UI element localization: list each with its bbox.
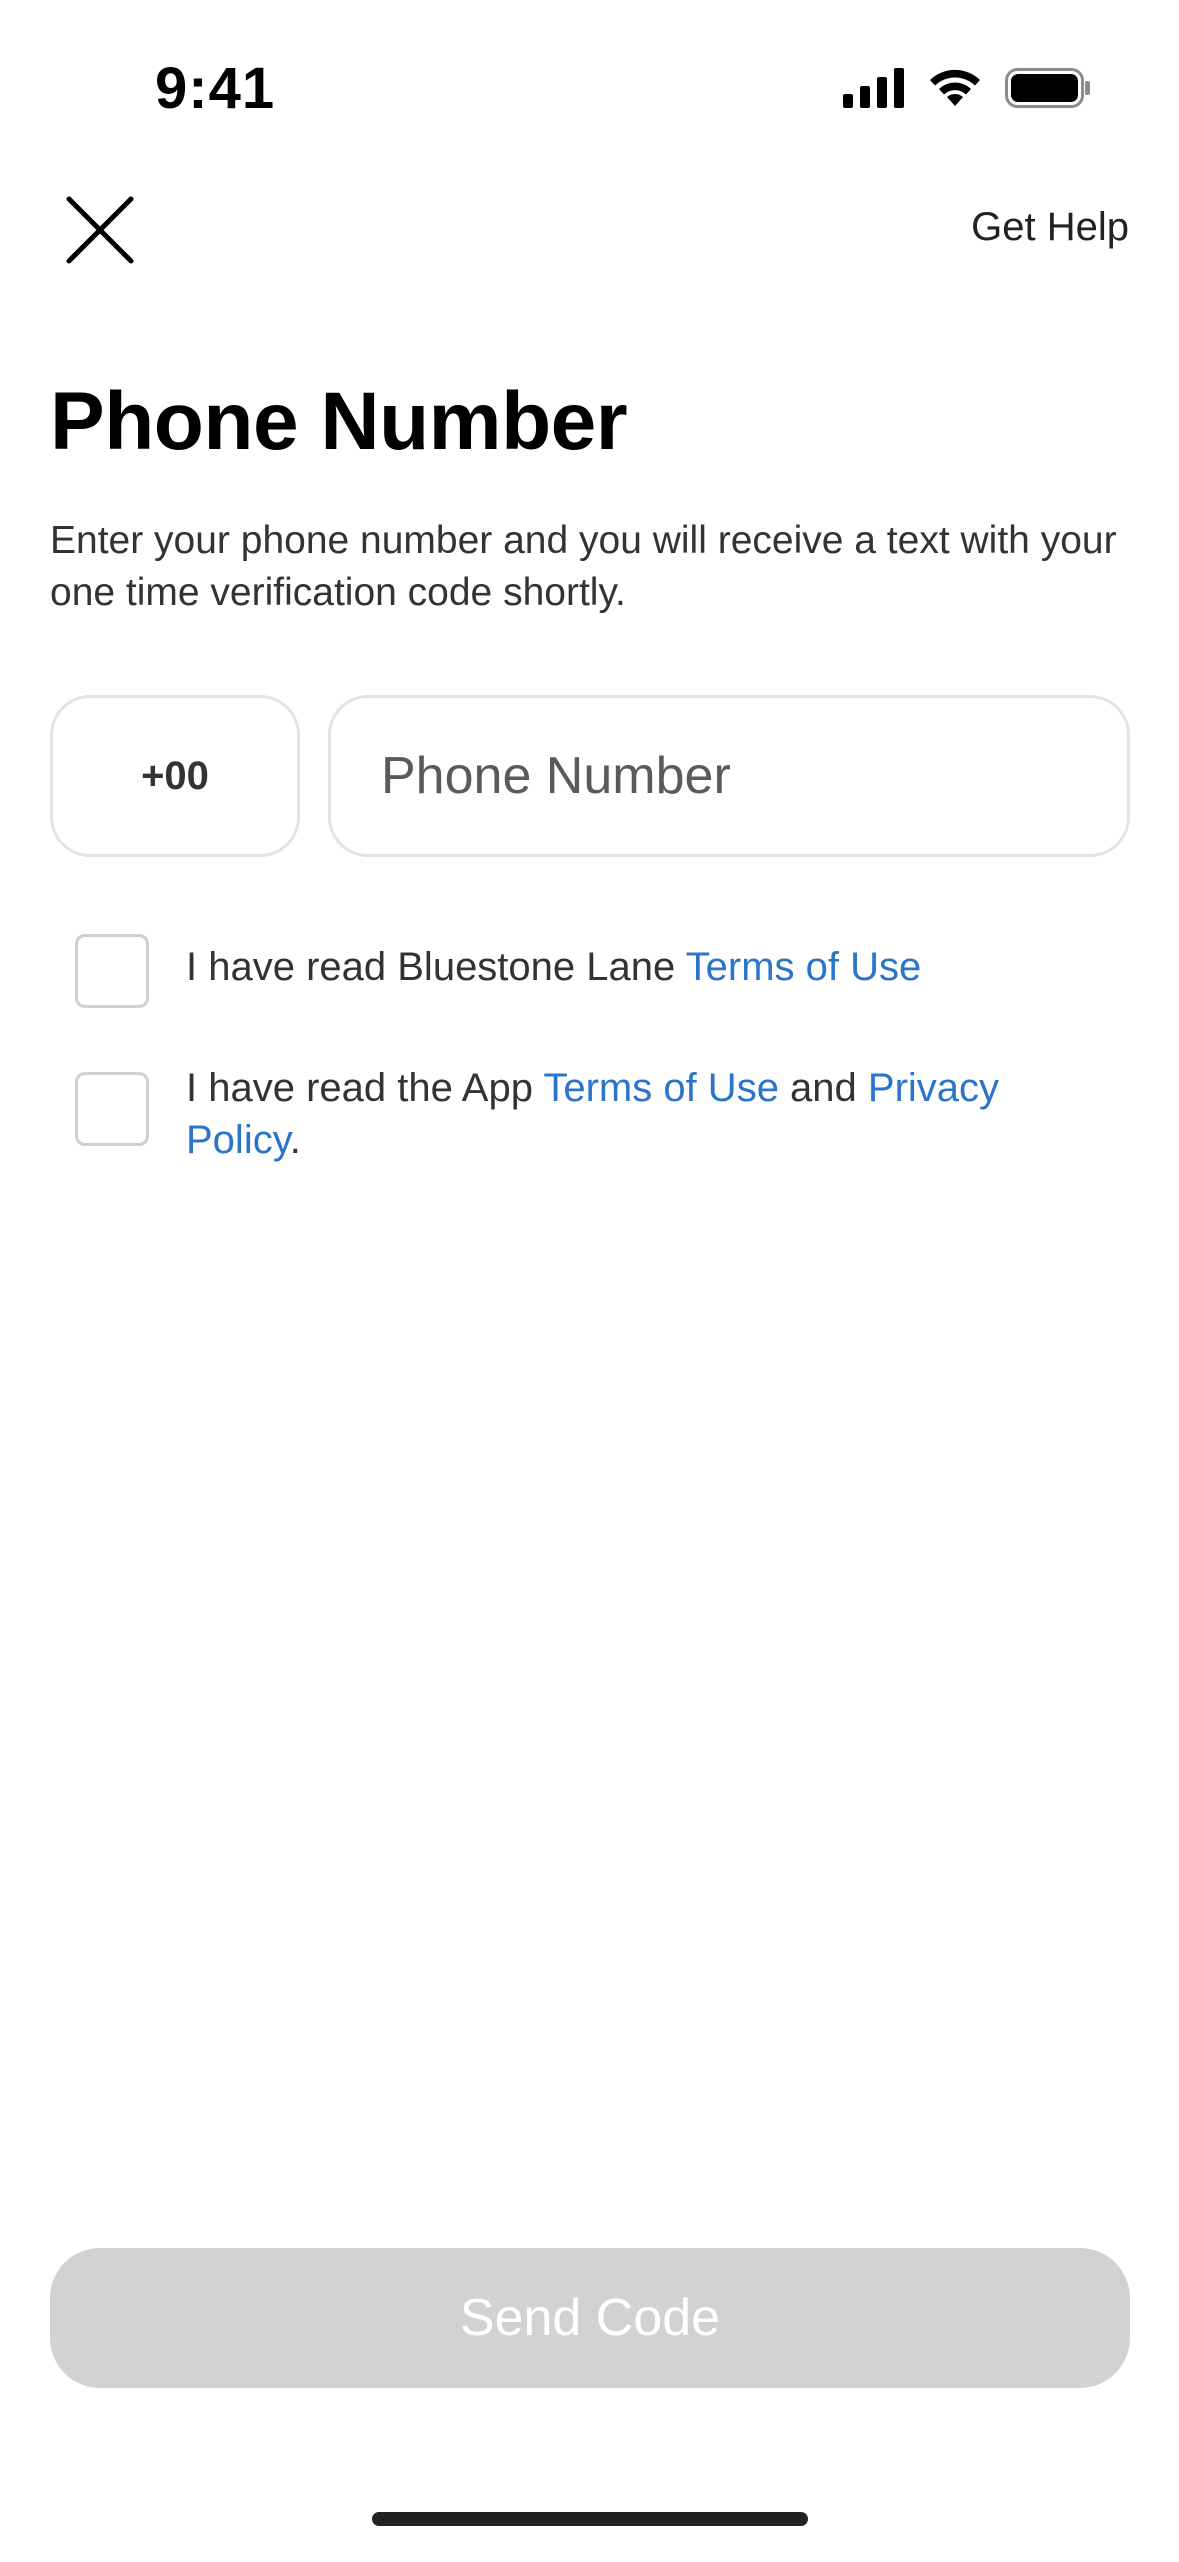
status-bar: 9:41 [0,0,1179,180]
app-agreement-text: I have read the App Terms of Use and Pri… [186,1062,1115,1166]
app-terms-checkbox[interactable] [75,1072,149,1146]
bluestone-terms-link[interactable]: Terms of Use [686,945,922,989]
battery-icon [1005,68,1090,108]
terms-checkbox[interactable] [75,934,149,1008]
app-agreement-row: I have read the App Terms of Use and Pri… [75,1066,1115,1166]
page-description: Enter your phone number and you will rec… [50,519,1117,614]
phone-number-input[interactable] [379,745,1127,807]
home-indicator [372,2512,808,2526]
app-agreement-middle: and [778,1066,868,1110]
country-code-selector[interactable]: +00 [50,695,300,857]
app-agreement-suffix: . [289,1118,301,1162]
send-code-button[interactable]: Send Code [50,2248,1130,2388]
get-help-link[interactable]: Get Help [971,205,1129,250]
country-code-value: +00 [141,753,209,798]
status-icons [843,68,1091,108]
terms-agreement-text: I have read Bluestone Lane Terms of Use [186,941,921,993]
status-time: 9:41 [155,56,276,121]
terms-agreement-row: I have read Bluestone Lane Terms of Use [75,934,1115,1008]
close-button[interactable] [60,190,140,270]
terms-agreement-prefix: I have read Bluestone Lane [186,945,686,989]
page-title: Phone Number [50,376,628,467]
app-agreement-prefix: I have read the App [186,1066,544,1110]
wifi-icon [930,69,980,106]
cellular-signal-icon [843,68,904,108]
phone-number-field[interactable] [328,695,1130,857]
app-terms-link[interactable]: Terms of Use [543,1066,779,1110]
close-icon [66,196,134,264]
